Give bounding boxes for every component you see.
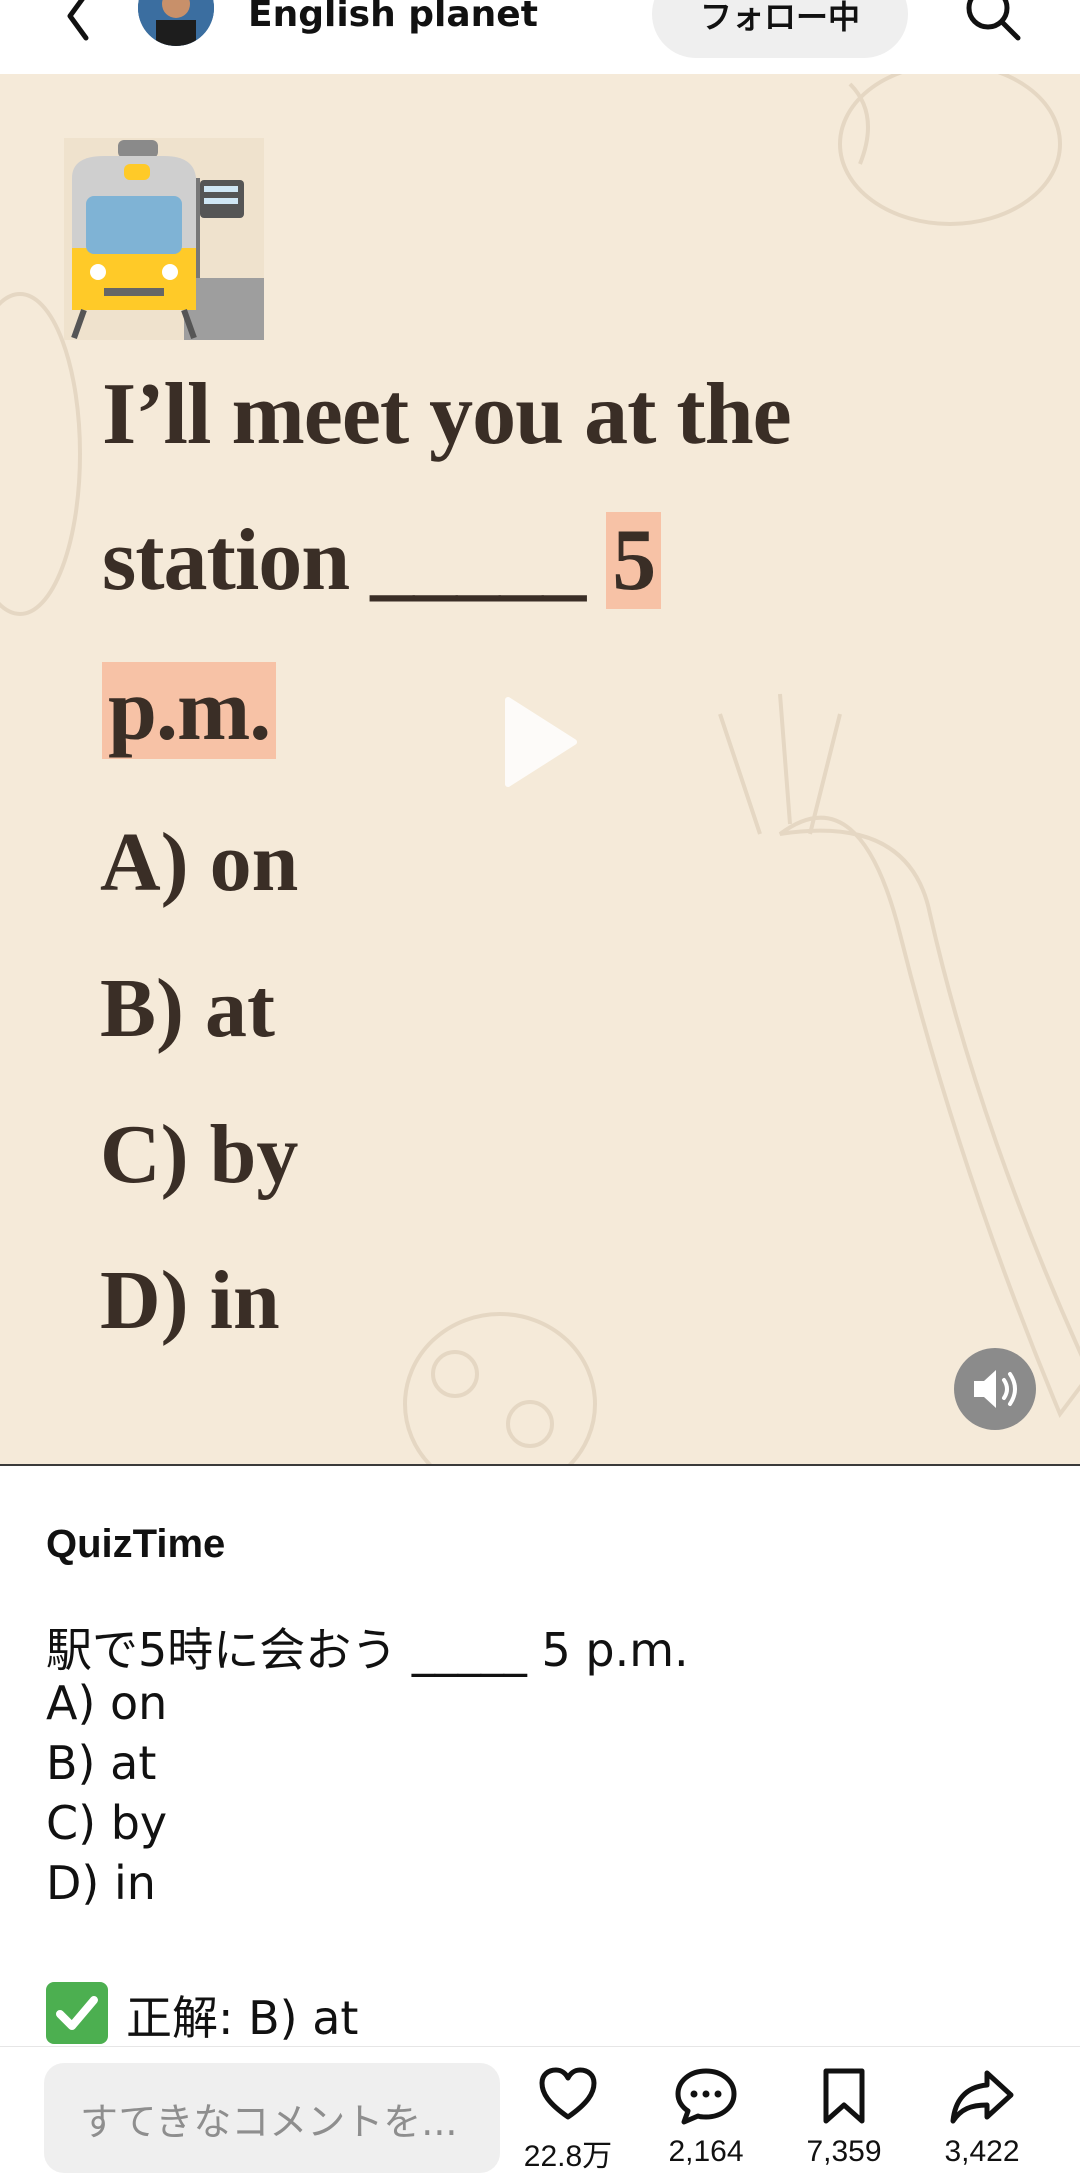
- back-icon: [67, 0, 89, 41]
- caption-option-b: B) at: [46, 1736, 157, 1790]
- author-name[interactable]: English planet: [248, 0, 538, 35]
- share-count: 3,422: [944, 2135, 1020, 2168]
- share-button[interactable]: 3,422: [922, 2067, 1042, 2168]
- caption-option-c: C) by: [46, 1796, 168, 1850]
- question-line-1: I’ll meet you at the: [102, 366, 792, 463]
- caption-option-d: D) in: [46, 1856, 156, 1910]
- video-option-a: A) on: [100, 816, 299, 909]
- video-player[interactable]: I’ll meet you at the station _____ 5 p.m…: [0, 74, 1080, 1466]
- video-option-b: B) at: [100, 962, 275, 1055]
- train-emoji-icon: [64, 138, 264, 340]
- search-button[interactable]: [962, 0, 1022, 46]
- caption-option-a: A) on: [46, 1676, 168, 1730]
- search-icon: [966, 0, 1021, 41]
- video-option-c: C) by: [100, 1108, 299, 1201]
- save-button[interactable]: 7,359: [784, 2067, 904, 2168]
- caption-answer: 正解: B) at: [126, 1991, 359, 2045]
- question-blank-text: station _____: [102, 512, 586, 609]
- share-icon: [950, 2070, 1014, 2124]
- video-option-d: D) in: [100, 1254, 280, 1347]
- heart-icon: [539, 2067, 597, 2120]
- bottom-action-bar: すてきなコメントを... 22.8万 2,164 7,359 3,422: [0, 2046, 1080, 2173]
- mute-button[interactable]: [954, 1348, 1036, 1430]
- question-highlight-5: 5: [606, 512, 662, 609]
- avatar[interactable]: [138, 0, 214, 46]
- back-button[interactable]: [52, 0, 102, 44]
- comment-input[interactable]: すてきなコメントを...: [44, 2063, 500, 2173]
- comment-count: 2,164: [668, 2135, 744, 2168]
- like-count: 22.8万: [523, 2140, 613, 2173]
- comment-icon: [675, 2068, 737, 2125]
- question-line-3: p.m.: [102, 660, 277, 761]
- top-bar: English planet フォロー中: [0, 0, 1080, 75]
- like-button[interactable]: 22.8万: [508, 2067, 628, 2173]
- caption-author[interactable]: QuizTime: [46, 1522, 225, 1567]
- bookmark-icon: [823, 2068, 865, 2124]
- play-icon[interactable]: [500, 694, 580, 790]
- caption-question: 駅で5時に会おう _____ 5 p.m.: [46, 1623, 689, 1677]
- question-line-2: station _____ 5: [102, 510, 662, 611]
- comment-button[interactable]: 2,164: [646, 2067, 766, 2168]
- save-count: 7,359: [806, 2135, 882, 2168]
- follow-button[interactable]: フォロー中: [652, 0, 908, 58]
- question-highlight-pm: p.m.: [102, 662, 277, 759]
- check-mark-icon: [46, 1982, 108, 2044]
- speaker-icon: [974, 1370, 1017, 1408]
